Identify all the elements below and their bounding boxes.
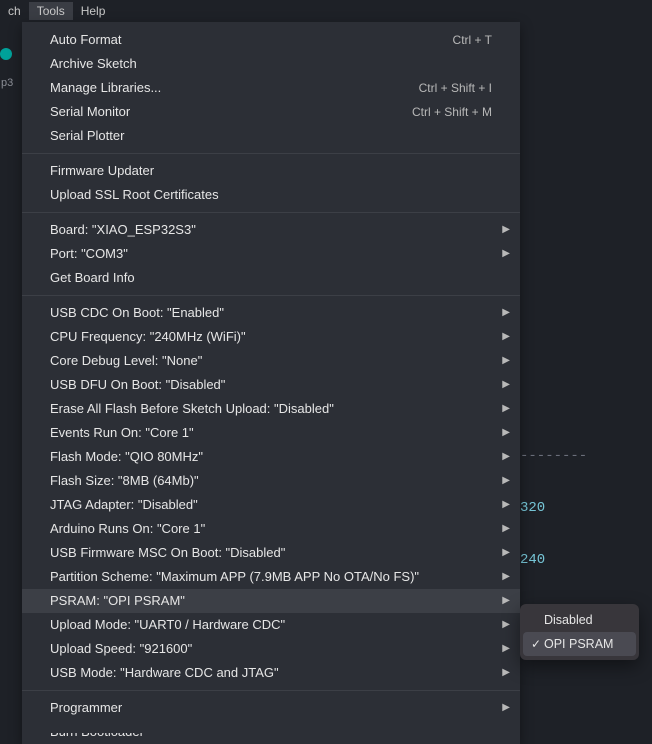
menu-item-label: Erase All Flash Before Sketch Upload: "D…	[50, 400, 334, 418]
menu-item[interactable]: USB DFU On Boot: "Disabled" ▶	[22, 373, 520, 397]
menu-separator	[22, 212, 520, 213]
menu-item[interactable]: PSRAM: "OPI PSRAM" ▶	[22, 589, 520, 613]
menu-item-label: CPU Frequency: "240MHz (WiFi)"	[50, 328, 246, 346]
menu-item-label: USB Firmware MSC On Boot: "Disabled"	[50, 544, 285, 562]
menu-item[interactable]: Auto Format Ctrl + T	[22, 28, 520, 52]
menu-item[interactable]: Upload Speed: "921600" ▶	[22, 637, 520, 661]
tools-dropdown: Auto Format Ctrl + T Archive Sketch Manage …	[22, 22, 520, 744]
menu-item-label: Board: "XIAO_ESP32S3"	[50, 221, 196, 239]
menu-item[interactable]: JTAG Adapter: "Disabled" ▶	[22, 493, 520, 517]
menu-item[interactable]: Arduino Runs On: "Core 1" ▶	[22, 517, 520, 541]
submenu-item-label: Disabled	[544, 613, 593, 627]
chevron-right-icon: ▶	[502, 223, 510, 237]
chevron-right-icon: ▶	[502, 522, 510, 536]
psram-submenu: Disabled✓OPI PSRAM	[520, 604, 639, 660]
menu-item-shortcut: Ctrl + T	[453, 32, 492, 49]
chevron-right-icon: ▶	[502, 618, 510, 632]
menubar-item-tools[interactable]: Tools	[29, 2, 73, 20]
menu-item-label: Arduino Runs On: "Core 1"	[50, 520, 205, 538]
menu-item[interactable]: Archive Sketch	[22, 52, 520, 76]
menu-item-label: Firmware Updater	[50, 162, 154, 180]
menu-item-label: USB Mode: "Hardware CDC and JTAG"	[50, 664, 279, 682]
chevron-right-icon: ▶	[502, 330, 510, 344]
menu-item[interactable]: Partition Scheme: "Maximum APP (7.9MB AP…	[22, 565, 520, 589]
check-icon: ✓	[528, 637, 544, 651]
menu-separator	[22, 690, 520, 691]
menu-item[interactable]: CPU Frequency: "240MHz (WiFi)" ▶	[22, 325, 520, 349]
menu-item[interactable]: Serial Monitor Ctrl + Shift + M	[22, 100, 520, 124]
menu-item-label: Port: "COM3"	[50, 245, 128, 263]
menu-item-label: JTAG Adapter: "Disabled"	[50, 496, 198, 514]
code-dashes: --------	[520, 446, 652, 466]
menu-item[interactable]: Core Debug Level: "None" ▶	[22, 349, 520, 373]
menu-item[interactable]: Upload SSL Root Certificates	[22, 183, 520, 207]
submenu-item-label: OPI PSRAM	[544, 637, 613, 651]
menu-item-label: Archive Sketch	[50, 55, 137, 73]
chevron-right-icon: ▶	[502, 594, 510, 608]
menu-item-label: Flash Size: "8MB (64Mb)"	[50, 472, 199, 490]
chevron-right-icon: ▶	[502, 666, 510, 680]
menu-item[interactable]: Firmware Updater	[22, 159, 520, 183]
menu-item[interactable]: Events Run On: "Core 1" ▶	[22, 421, 520, 445]
chevron-right-icon: ▶	[502, 306, 510, 320]
menu-item-label: Flash Mode: "QIO 80MHz"	[50, 448, 203, 466]
menu-item[interactable]: Programmer ▶	[22, 696, 520, 720]
menu-item-label: Auto Format	[50, 31, 122, 49]
menu-item-label: Manage Libraries...	[50, 79, 161, 97]
chevron-right-icon: ▶	[502, 247, 510, 261]
code-num-1: 320	[520, 500, 545, 516]
run-icon[interactable]	[0, 48, 12, 60]
code-num-2: 240	[520, 552, 545, 568]
menu-item[interactable]: USB Firmware MSC On Boot: "Disabled" ▶	[22, 541, 520, 565]
menu-item-label: Programmer	[50, 699, 122, 717]
menu-item-label: Partition Scheme: "Maximum APP (7.9MB AP…	[50, 568, 419, 586]
editor-peek: -------- 320 240 3 -------- to see e.g. …	[520, 22, 652, 602]
menu-item[interactable]: Get Board Info	[22, 266, 520, 290]
menu-item[interactable]: Port: "COM3" ▶	[22, 242, 520, 266]
menu-item[interactable]: USB Mode: "Hardware CDC and JTAG" ▶	[22, 661, 520, 685]
menu-item[interactable]: Flash Size: "8MB (64Mb)" ▶	[22, 469, 520, 493]
menu-item-label: Upload SSL Root Certificates	[50, 186, 219, 204]
chevron-right-icon: ▶	[502, 402, 510, 416]
menu-item-label: Upload Speed: "921600"	[50, 640, 192, 658]
chevron-right-icon: ▶	[502, 354, 510, 368]
chevron-right-icon: ▶	[502, 498, 510, 512]
menu-separator	[22, 295, 520, 296]
menu-item-label: Events Run On: "Core 1"	[50, 424, 194, 442]
menu-item[interactable]: Upload Mode: "UART0 / Hardware CDC" ▶	[22, 613, 520, 637]
menu-item-label: USB CDC On Boot: "Enabled"	[50, 304, 224, 322]
menu-item[interactable]: Flash Mode: "QIO 80MHz" ▶	[22, 445, 520, 469]
chevron-right-icon: ▶	[502, 450, 510, 464]
menu-item-label: Serial Plotter	[50, 127, 124, 145]
menubar-item-sketch[interactable]: ch	[0, 2, 29, 20]
menu-item[interactable]: Board: "XIAO_ESP32S3" ▶	[22, 218, 520, 242]
menu-item[interactable]: Manage Libraries... Ctrl + Shift + I	[22, 76, 520, 100]
chevron-right-icon: ▶	[502, 378, 510, 392]
dropdown-cutoff	[22, 722, 520, 733]
chevron-right-icon: ▶	[502, 426, 510, 440]
chevron-right-icon: ▶	[502, 642, 510, 656]
menu-item-label: Get Board Info	[50, 269, 135, 287]
sidebar-label: p3	[1, 78, 13, 89]
menu-item-label: Core Debug Level: "None"	[50, 352, 202, 370]
chevron-right-icon: ▶	[502, 570, 510, 584]
menubar-item-help[interactable]: Help	[73, 2, 114, 20]
menu-separator	[22, 153, 520, 154]
menu-item-label: Serial Monitor	[50, 103, 130, 121]
activity-bar: p3	[0, 22, 18, 733]
menu-item[interactable]: Erase All Flash Before Sketch Upload: "D…	[22, 397, 520, 421]
submenu-item[interactable]: ✓OPI PSRAM	[523, 632, 636, 656]
menu-item-shortcut: Ctrl + Shift + M	[412, 104, 492, 121]
menu-item-label: USB DFU On Boot: "Disabled"	[50, 376, 225, 394]
chevron-right-icon: ▶	[502, 701, 510, 715]
menu-item[interactable]: USB CDC On Boot: "Enabled" ▶	[22, 301, 520, 325]
chevron-right-icon: ▶	[502, 474, 510, 488]
menubar: ch Tools Help	[0, 0, 652, 22]
menu-item-label: PSRAM: "OPI PSRAM"	[50, 592, 185, 610]
menu-item-shortcut: Ctrl + Shift + I	[419, 80, 492, 97]
menu-item[interactable]: Serial Plotter	[22, 124, 520, 148]
menu-item-label: Upload Mode: "UART0 / Hardware CDC"	[50, 616, 285, 634]
chevron-right-icon: ▶	[502, 546, 510, 560]
submenu-item[interactable]: Disabled	[520, 608, 639, 632]
